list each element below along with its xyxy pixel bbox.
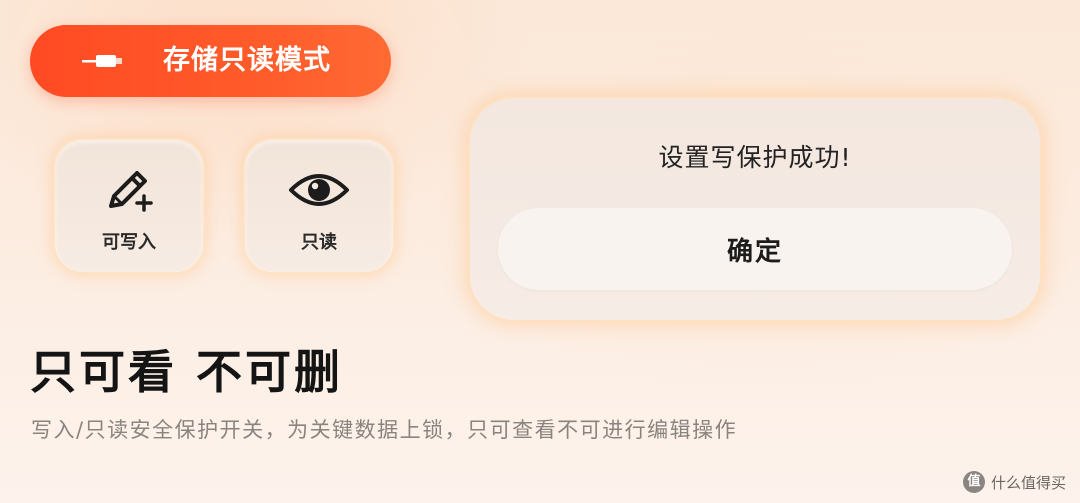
confirm-button[interactable]: 确定	[498, 208, 1012, 290]
storage-readonly-mode-pill[interactable]: 存储只读模式	[30, 25, 391, 97]
headline: 只可看 不可删	[30, 345, 344, 399]
watermark-text: 什么值得买	[990, 473, 1066, 492]
readonly-option-label: 只读	[301, 232, 337, 253]
description: 写入/只读安全保护开关，为关键数据上锁，只可查看不可进行编辑操作	[31, 418, 738, 442]
writable-option-label: 可写入	[102, 232, 156, 253]
watermark-logo: 值	[962, 471, 985, 493]
mode-pill-label: 存储只读模式	[163, 45, 331, 76]
writable-option-tile[interactable]: 可写入	[55, 140, 203, 272]
usb-plug-icon	[82, 55, 122, 67]
eye-icon	[289, 174, 349, 206]
readonly-option-tile[interactable]: 只读	[245, 140, 393, 272]
pencil-plus-icon	[109, 171, 153, 212]
success-dialog: 设置写保护成功! 确定	[470, 98, 1040, 320]
watermark: 值 什么值得买	[962, 471, 1066, 493]
dialog-message: 设置写保护成功!	[658, 143, 852, 172]
